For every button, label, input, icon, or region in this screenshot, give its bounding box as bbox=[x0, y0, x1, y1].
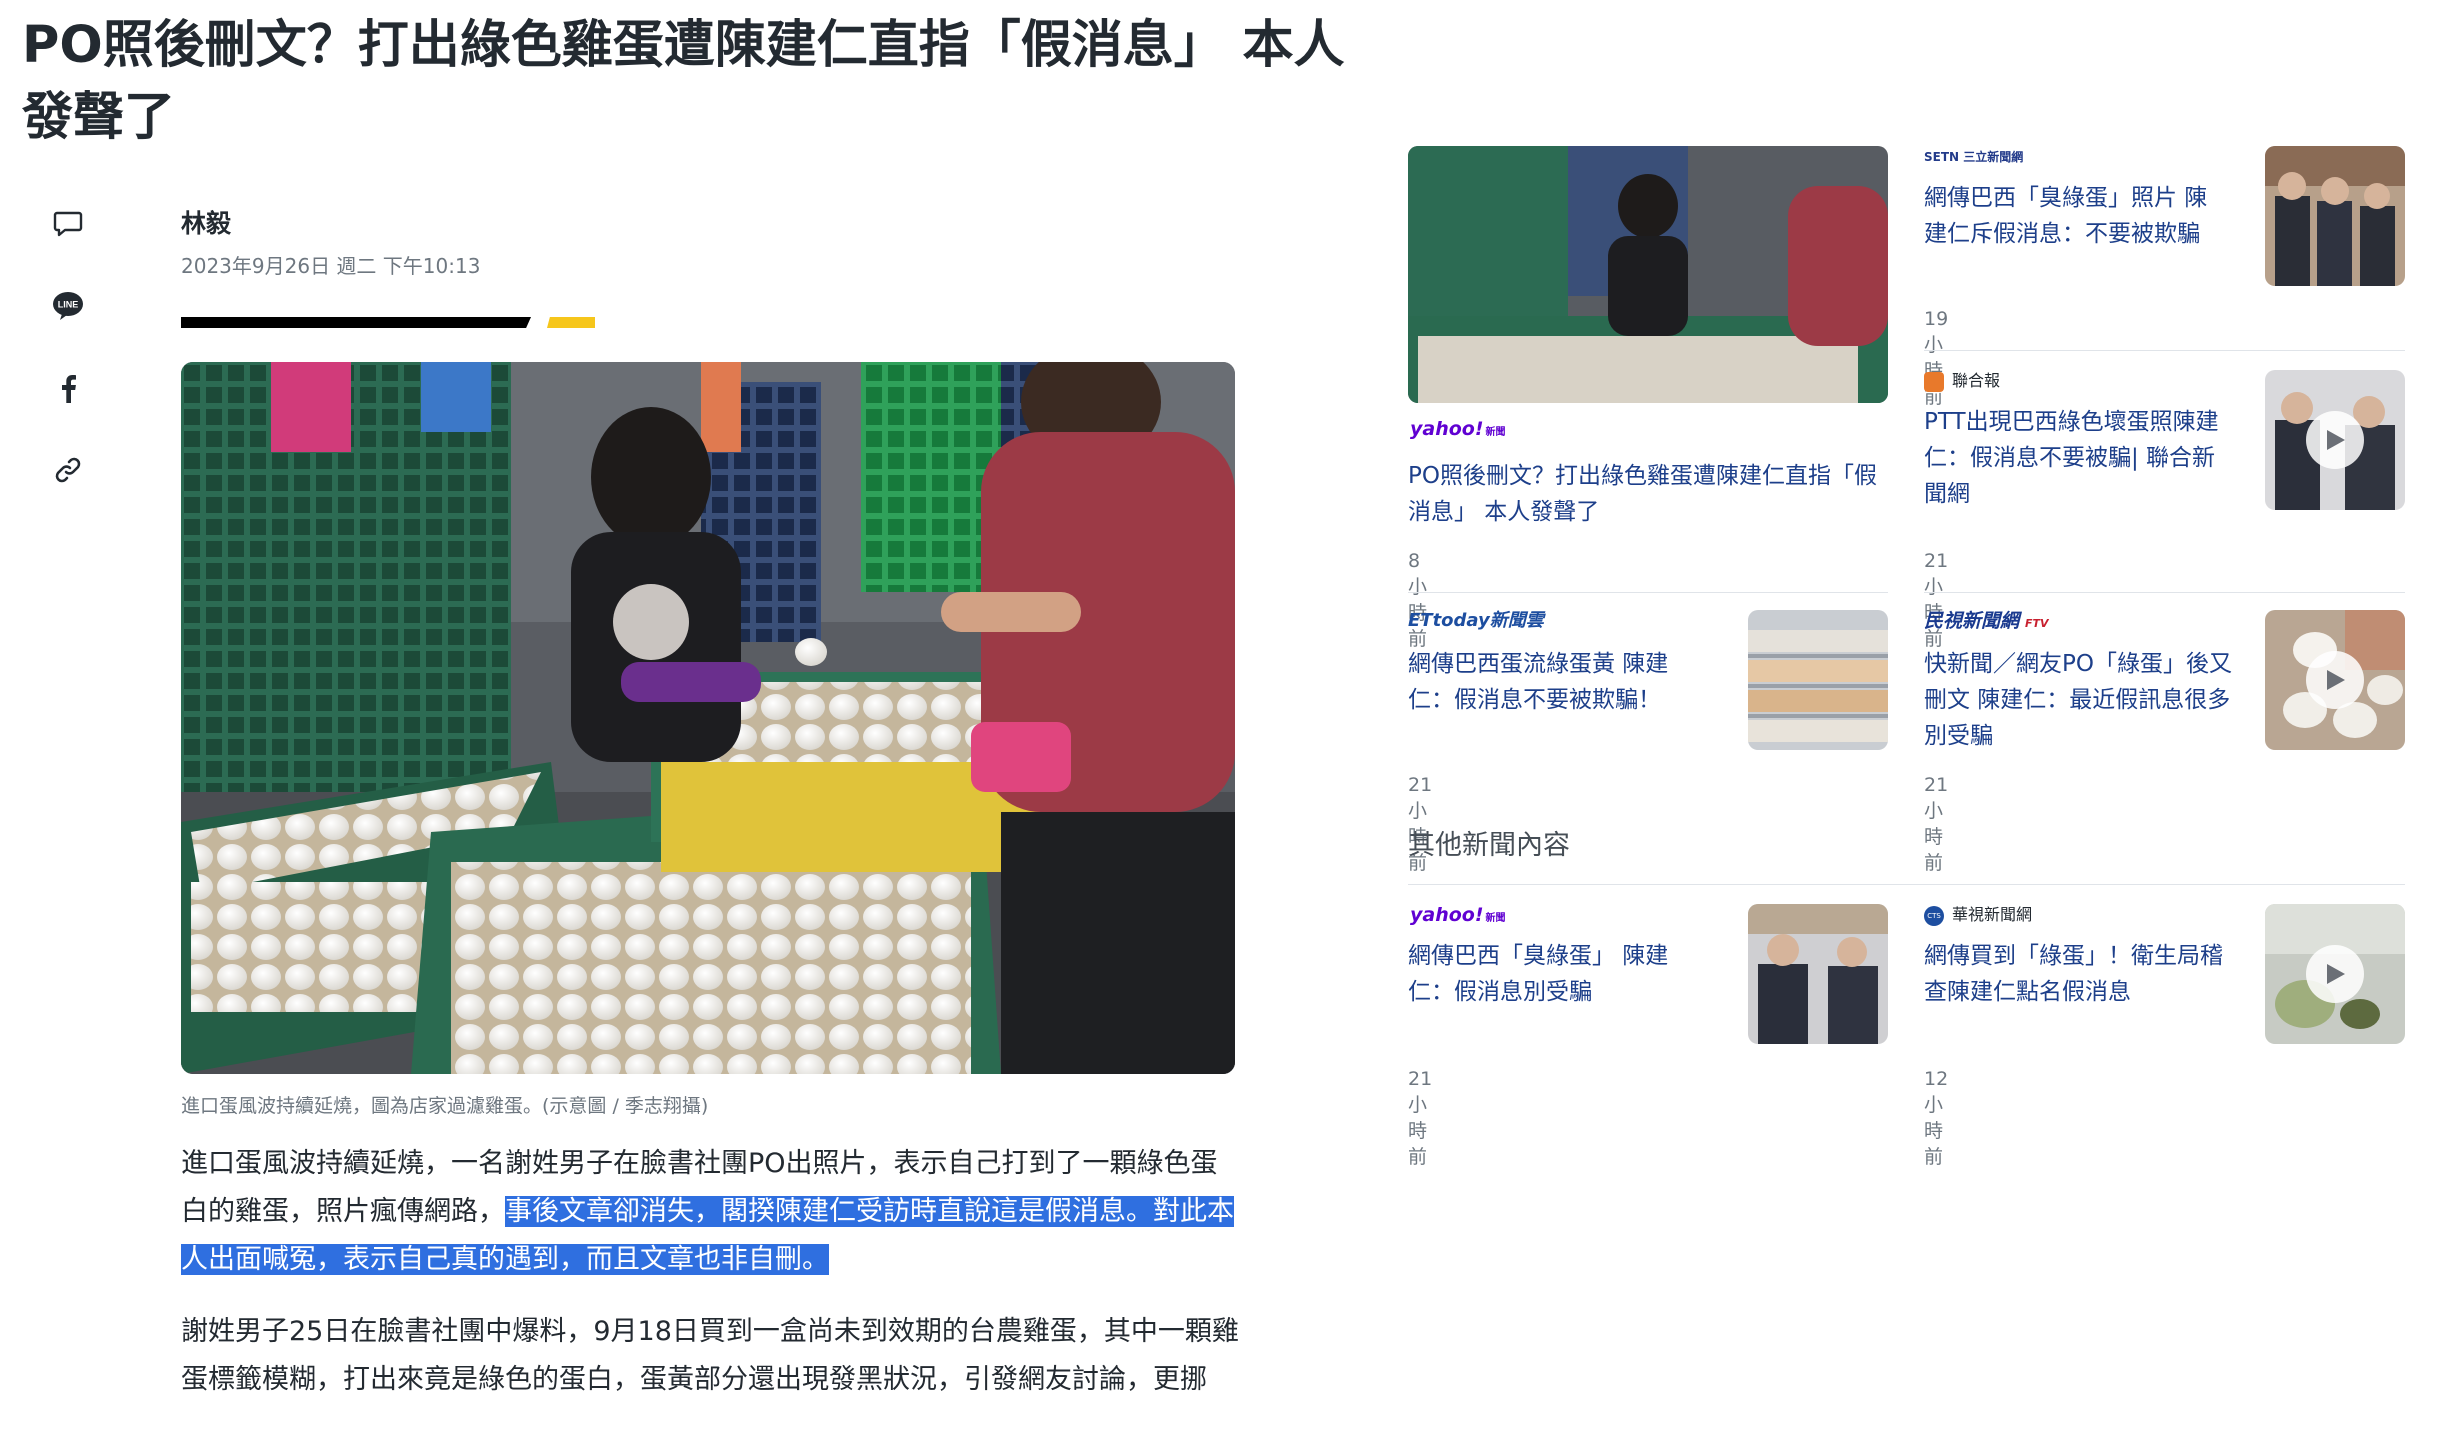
article-paragraph: 謝姓男子25日在臉書社團中爆料，9月18日買到一盒尚未到效期的台農雞蛋，其中一顆… bbox=[181, 1316, 1239, 1395]
play-icon[interactable] bbox=[2306, 945, 2364, 1003]
source-logo-udn: 聯合報 bbox=[1924, 370, 2000, 392]
line-icon-label: LINE bbox=[58, 300, 79, 310]
comment-icon[interactable] bbox=[46, 202, 90, 246]
source-logo-cts: CTS 華視新聞網 bbox=[1924, 904, 2032, 926]
divider bbox=[1924, 350, 2405, 351]
source-logo-ftv: 民視新聞網 FTV bbox=[1924, 610, 2049, 632]
card-thumbnail[interactable] bbox=[2265, 146, 2405, 286]
facebook-icon[interactable] bbox=[46, 366, 90, 410]
card-title[interactable]: 快新聞／網友PO「綠蛋」後又刪文 陳建仁：最近假訊息很多別受騙 bbox=[1924, 646, 2234, 754]
source-logo-yahoo: yahoo! 新聞 bbox=[1410, 418, 1506, 440]
divider bbox=[1408, 884, 2405, 885]
source-logo-setn: SETN 三立新聞網 bbox=[1924, 150, 2024, 164]
card-thumbnail[interactable] bbox=[2265, 904, 2405, 1044]
link-icon[interactable] bbox=[46, 448, 90, 492]
source-logo-ettoday: ETtoday新聞雲 bbox=[1408, 610, 1544, 631]
card-title[interactable]: PTT出現巴西綠色壞蛋照陳建仁：假消息不要被騙| 聯合新聞網 bbox=[1924, 404, 2234, 512]
card-time: 12 小時前 bbox=[1924, 1068, 1949, 1168]
byline: 林毅 2023年9月26日 週二 下午10:13 bbox=[181, 206, 480, 280]
play-icon[interactable] bbox=[2306, 651, 2364, 709]
source-logo-yahoo: yahoo! 新聞 bbox=[1410, 904, 1506, 926]
article-paragraph: 進口蛋風波持續延燒，一名謝姓男子在臉書社團PO出照片，表示自己打到了一顆綠色蛋白… bbox=[181, 1140, 1241, 1284]
card-time: 21 小時前 bbox=[1408, 1068, 1433, 1168]
card-thumbnail[interactable] bbox=[1748, 904, 1888, 1044]
card-title[interactable]: PO照後刪文？打出綠色雞蛋遭陳建仁直指「假消息」 本人發聲了 bbox=[1408, 458, 1888, 530]
card-title[interactable]: 網傳巴西「臭綠蛋」照片 陳建仁斥假消息：不要被欺騙 bbox=[1924, 180, 2224, 252]
play-icon[interactable] bbox=[2306, 411, 2364, 469]
author-name[interactable]: 林毅 bbox=[181, 206, 480, 242]
card-thumbnail[interactable] bbox=[1408, 146, 1888, 403]
share-bar: LINE bbox=[46, 202, 90, 530]
article-title: PO照後刪文？打出綠色雞蛋遭陳建仁直指「假消息」 本人發聲了 bbox=[22, 16, 1345, 147]
card-time: 8 小時前 bbox=[1408, 550, 1428, 650]
section-title-other-news: 其他新聞內容 bbox=[1408, 830, 1570, 861]
card-thumbnail[interactable] bbox=[2265, 370, 2405, 510]
divider bbox=[1924, 592, 2405, 593]
card-thumbnail[interactable] bbox=[1748, 610, 1888, 750]
card-title[interactable]: 網傳巴西蛋流綠蛋黃 陳建仁：假消息不要被欺騙！ bbox=[1408, 646, 1698, 718]
card-thumbnail[interactable] bbox=[2265, 610, 2405, 750]
image-caption: 進口蛋風波持續延燒，圖為店家過濾雞蛋。(示意圖 / 季志翔攝) bbox=[181, 1095, 709, 1117]
article-hero-image bbox=[181, 362, 1235, 1074]
publish-date: 2023年9月26日 週二 下午10:13 bbox=[181, 254, 481, 278]
card-time: 21 小時前 bbox=[1924, 774, 1949, 874]
card-title[interactable]: 網傳巴西「臭綠蛋」 陳建仁：假消息別受騙 bbox=[1408, 938, 1698, 1010]
line-icon[interactable]: LINE bbox=[46, 284, 90, 328]
divider bbox=[1408, 592, 1888, 593]
card-time: 19 小時前 bbox=[1924, 308, 1949, 408]
card-time: 21 小時前 bbox=[1924, 550, 1949, 650]
card-title[interactable]: 網傳買到「綠蛋」！衛生局稽查陳建仁點名假消息 bbox=[1924, 938, 2234, 1010]
